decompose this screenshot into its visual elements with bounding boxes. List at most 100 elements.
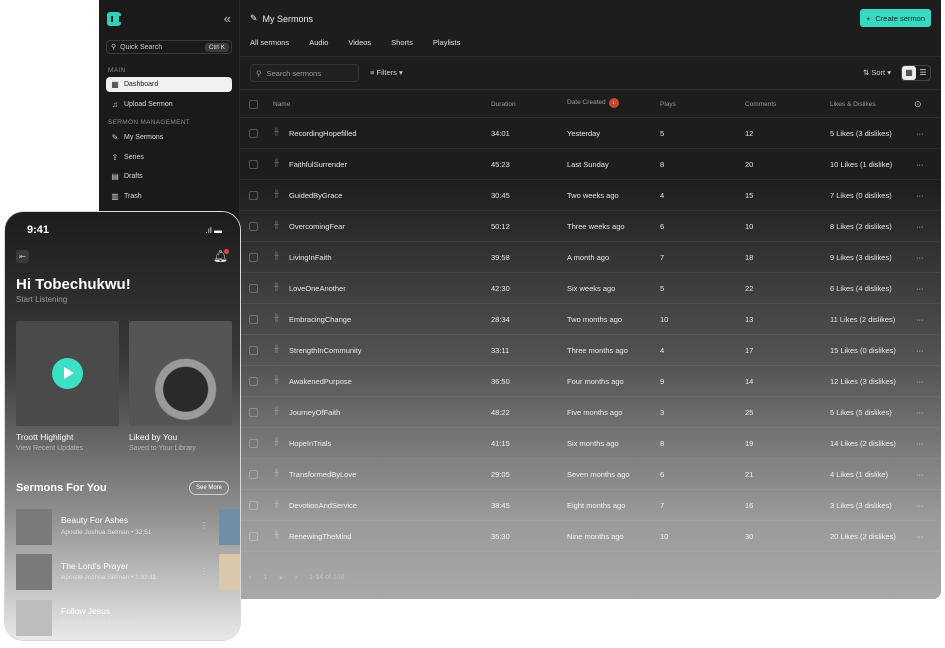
row-checkbox[interactable]: [249, 222, 258, 231]
column-date[interactable]: Date Created ↓: [567, 98, 619, 108]
sermon-thumbnail[interactable]: [16, 509, 52, 545]
sermon-name[interactable]: DevotionAndService: [289, 501, 357, 510]
sermon-thumbnail[interactable]: [219, 554, 240, 590]
bell-icon[interactable]: 🔔︎: [213, 249, 230, 263]
quick-search[interactable]: ⚲ Quick Search Ctrl K: [106, 40, 232, 54]
list-view-icon[interactable]: ☰: [916, 66, 930, 80]
tab-playlists[interactable]: Playlists: [433, 38, 461, 57]
sermon-name[interactable]: RecordingHopefilled: [289, 129, 357, 138]
tab-audio[interactable]: Audio: [309, 38, 328, 57]
row-checkbox[interactable]: [249, 191, 258, 200]
next-page-icon[interactable]: ›: [295, 574, 297, 582]
sermon-name[interactable]: GuidedByGrace: [289, 191, 342, 200]
sermon-name[interactable]: TransformedByLove: [289, 470, 356, 479]
sermon-name[interactable]: FaithfulSurrender: [289, 160, 347, 169]
more-options-icon[interactable]: ···: [916, 532, 924, 541]
collapse-sidebar-icon[interactable]: «: [224, 11, 231, 26]
row-checkbox[interactable]: [249, 439, 258, 448]
table-row[interactable]: ╫ EmbracingChange 28:34 Two months ago 10 13 1…: [240, 304, 941, 335]
table-row[interactable]: ╫ TransformedByLove 29:05 Seven months ago 6…: [240, 459, 941, 490]
more-icon[interactable]: ⋮: [200, 567, 208, 576]
search-input[interactable]: ⚲ Search sermons: [250, 64, 359, 82]
more-options-icon[interactable]: ···: [916, 315, 924, 324]
sermon-name[interactable]: JourneyOfFaith: [289, 408, 340, 417]
chevron-down-icon[interactable]: ▾: [279, 574, 283, 582]
sidebar-item-drafts[interactable]: ▤ Drafts: [106, 169, 232, 184]
sort-button[interactable]: ⇅ Sort ▾: [863, 68, 891, 77]
column-comments[interactable]: Comments: [745, 101, 776, 108]
sermon-name[interactable]: StrengthInCommunity: [289, 346, 362, 355]
row-checkbox[interactable]: [249, 501, 258, 510]
tab-all-sermons[interactable]: All sermons: [250, 38, 290, 57]
more-options-icon[interactable]: ···: [916, 129, 924, 138]
table-row[interactable]: ╫ FaithfulSurrender 45:23 Last Sunday 8 20 10 …: [240, 149, 941, 180]
table-row[interactable]: ╫ AwakenedPurpose 36:50 Four months ago 9 14 1…: [240, 366, 941, 397]
sidebar-item-upload-sermon[interactable]: ♫ Upload Sermon: [106, 97, 232, 112]
sidebar-item-series[interactable]: ⇪ Series: [106, 150, 232, 165]
more-options-icon[interactable]: ···: [916, 222, 924, 231]
column-plays[interactable]: Plays: [660, 101, 676, 108]
table-row[interactable]: ╫ LivingInFaith 39:58 A month ago 7 18 9 Likes…: [240, 242, 941, 273]
sermon-name[interactable]: OvercomingFear: [289, 222, 345, 231]
sermon-name[interactable]: EmbracingChange: [289, 315, 351, 324]
sermon-name[interactable]: LoveOneAnother: [289, 284, 346, 293]
sermon-name[interactable]: HopeInTrials: [289, 439, 331, 448]
table-row[interactable]: ╫ RenewingTheMind 35:30 Nine months ago 10 30…: [240, 521, 941, 552]
table-row[interactable]: ╫ StrengthInCommunity 33:11 Three months ag…: [240, 335, 941, 366]
more-options-icon[interactable]: ···: [916, 501, 924, 510]
more-options-icon[interactable]: ···: [916, 470, 924, 479]
sidebar-item-trash[interactable]: ▥ Trash: [106, 189, 232, 204]
row-checkbox[interactable]: [249, 470, 258, 479]
play-icon[interactable]: [52, 358, 83, 389]
select-all-checkbox[interactable]: [249, 100, 258, 109]
back-icon[interactable]: ⇤: [16, 250, 29, 263]
more-options-icon[interactable]: ···: [916, 439, 924, 448]
column-likes[interactable]: Likes & Dislikes: [830, 101, 876, 108]
table-row[interactable]: ╫ HopeInTrials 41:15 Six months ago 8 19 14 Li…: [240, 428, 941, 459]
sidebar-item-my-sermons[interactable]: ✎ My Sermons: [106, 130, 232, 145]
row-checkbox[interactable]: [249, 253, 258, 262]
more-icon[interactable]: ⋮: [200, 521, 208, 530]
row-checkbox[interactable]: [249, 377, 258, 386]
sermon-title[interactable]: The Lord's Prayer: [61, 561, 128, 571]
highlight-card[interactable]: [16, 321, 119, 426]
tab-shorts[interactable]: Shorts: [391, 38, 413, 57]
row-checkbox[interactable]: [249, 532, 258, 541]
settings-icon[interactable]: ⊙: [914, 99, 922, 110]
table-row[interactable]: ╫ DevotionAndService 38:45 Eight months ago…: [240, 490, 941, 521]
sidebar-item-dashboard[interactable]: ▦ Dashboard: [106, 77, 232, 92]
liked-card[interactable]: [129, 321, 232, 426]
row-checkbox[interactable]: [249, 284, 258, 293]
app-logo[interactable]: [107, 12, 121, 26]
more-options-icon[interactable]: ···: [916, 346, 924, 355]
create-sermon-button[interactable]: + Create sermon: [860, 9, 931, 27]
more-options-icon[interactable]: ···: [916, 284, 924, 293]
sermon-name[interactable]: AwakenedPurpose: [289, 377, 352, 386]
more-options-icon[interactable]: ···: [916, 377, 924, 386]
column-name[interactable]: Name: [273, 101, 290, 108]
row-checkbox[interactable]: [249, 160, 258, 169]
column-duration[interactable]: Duration: [491, 101, 516, 108]
more-options-icon[interactable]: ···: [916, 191, 924, 200]
row-checkbox[interactable]: [249, 315, 258, 324]
more-options-icon[interactable]: ···: [916, 408, 924, 417]
filters-button[interactable]: ≡ Filters ▾: [370, 68, 403, 77]
sermon-title[interactable]: Beauty For Ashes: [61, 515, 128, 525]
grid-view-icon[interactable]: ▦: [902, 66, 916, 80]
page-number[interactable]: 1: [263, 574, 267, 582]
sermon-name[interactable]: LivingInFaith: [289, 253, 332, 262]
more-options-icon[interactable]: ···: [916, 160, 924, 169]
table-row[interactable]: ╫ GuidedByGrace 30:45 Two weeks ago 4 15 7 Lik…: [240, 180, 941, 211]
tab-videos[interactable]: Videos: [348, 38, 371, 57]
table-row[interactable]: ╫ RecordingHopefilled 34:01 Yesterday 5 12 5 L…: [240, 118, 941, 149]
table-row[interactable]: ╫ JourneyOfFaith 48:22 Five months ago 3 25 5 …: [240, 397, 941, 428]
sermon-name[interactable]: RenewingTheMind: [289, 532, 352, 541]
sermon-thumbnail[interactable]: [16, 600, 52, 636]
sermon-thumbnail[interactable]: [16, 554, 52, 590]
prev-page-icon[interactable]: ‹: [249, 574, 251, 582]
sermon-title[interactable]: Follow Jesus: [61, 606, 110, 616]
table-row[interactable]: ╫ LoveOneAnother 42:30 Six weeks ago 5 22 6 Li…: [240, 273, 941, 304]
row-checkbox[interactable]: [249, 129, 258, 138]
sermon-thumbnail[interactable]: [219, 509, 240, 545]
table-row[interactable]: ╫ OvercomingFear 50:12 Three weeks ago 6 10 8 …: [240, 211, 941, 242]
